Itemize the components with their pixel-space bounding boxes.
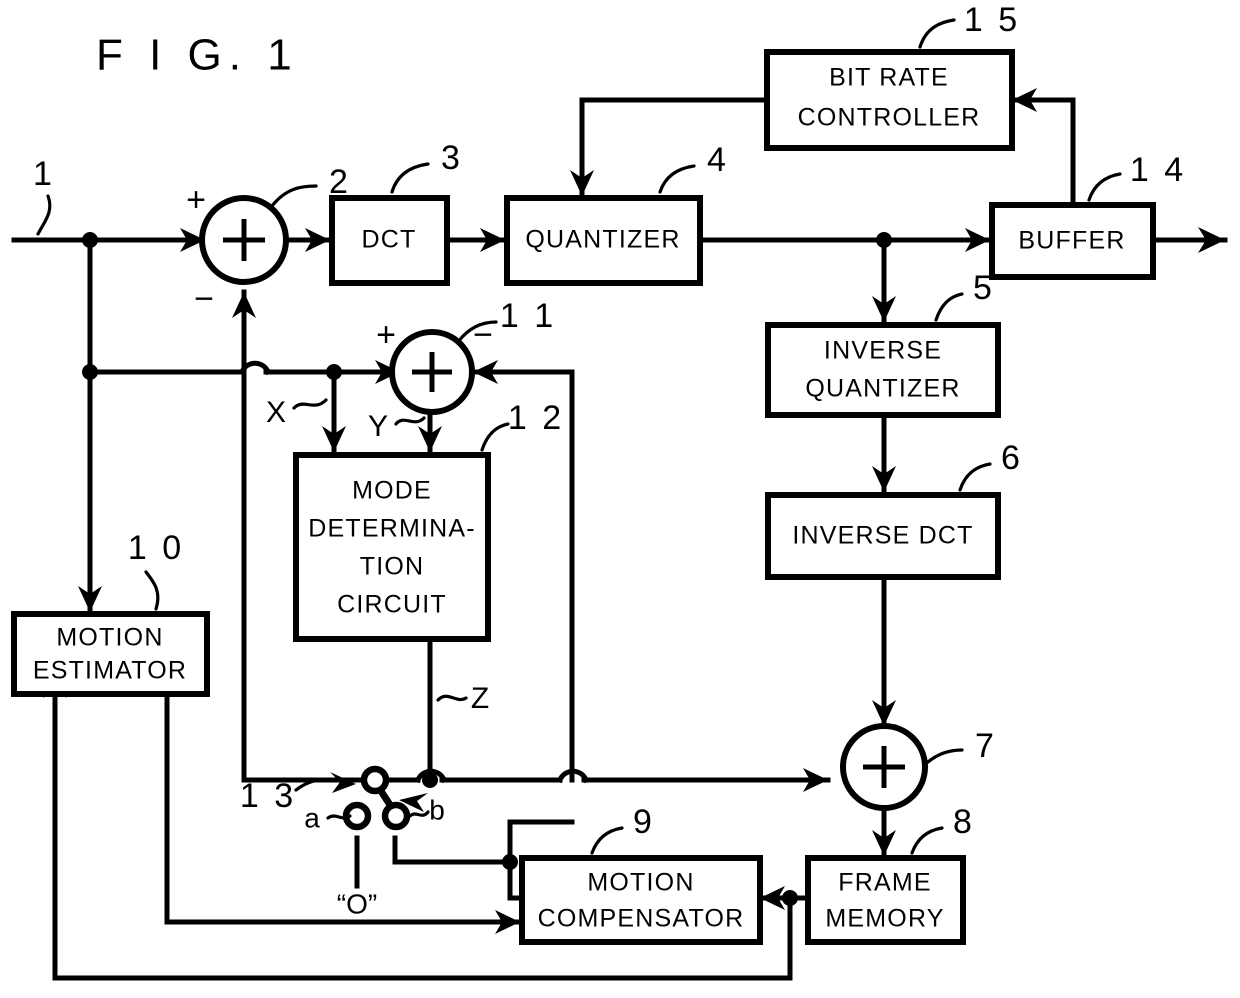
block-buffer-label: BUFFER [1018,227,1125,255]
leader-buffer [1087,172,1122,202]
ref-motcomp: 9 [633,803,655,841]
wire-bitrate-to-quantizer [579,97,770,199]
leader-adder2 [270,184,318,208]
block-diagram-svg: DCT 3 QUANTIZER 4 BIT RATE CONTROLLER 1 … [11,1,1228,981]
block-modedet-label-line2: DETERMINA- [308,515,476,543]
junction-input-branch [82,364,98,380]
leader-input-signal [36,194,52,236]
switch-terminal-b[interactable] [381,801,411,831]
ref-invdct: 6 [1001,439,1023,477]
block-motion-estimator[interactable]: MOTION ESTIMATOR 1 0 [11,529,210,697]
junction-x [326,364,342,380]
block-dct-label: DCT [362,226,417,254]
block-invquant-label-line2: QUANTIZER [805,375,960,403]
junction-z-bus [422,772,438,788]
leader-switch-b [408,810,430,818]
leader-switch-a [326,814,352,820]
ref-framemem: 8 [953,803,975,841]
block-bit-rate-controller[interactable]: BIT RATE CONTROLLER 1 5 [764,1,1020,151]
ref-adder7: 7 [975,727,997,765]
switch-13[interactable]: a b 1 3 “O” [240,765,445,919]
block-invdct-label: INVERSE DCT [792,522,973,550]
block-buffer[interactable]: BUFFER 1 4 [989,151,1186,280]
block-framemem-label-line1: FRAME [838,869,932,897]
figure-canvas: DCT 3 QUANTIZER 4 BIT RATE CONTROLLER 1 … [0,0,1240,998]
label-signal-y: Y [368,410,388,443]
adder-2-sign-plus: + [186,181,206,219]
ref-input-signal: 1 [33,155,55,193]
ref-quantizer: 4 [707,141,729,179]
adder-11[interactable]: + − 1 1 [376,297,556,415]
block-motest-label-line2: ESTIMATOR [33,657,187,685]
block-bitrate-label-line2: CONTROLLER [798,104,981,132]
block-motcomp-label-line2: COMPENSATOR [538,905,745,933]
ref-modedet: 1 2 [508,399,564,437]
block-frame-memory[interactable]: FRAME MEMORY 8 [805,803,975,945]
switch-pivot-terminal[interactable] [360,765,390,795]
block-bitrate-label-line1: BIT RATE [829,64,949,92]
adder-2-sign-minus: − [194,280,214,318]
label-signal-z: Z [471,682,489,715]
leader-bitrate [918,18,956,49]
ref-adder11: 1 1 [500,297,556,335]
leader-motest [144,570,160,611]
junction-switchb-branch [502,854,518,870]
ref-buffer: 1 4 [1130,151,1186,189]
adder-11-sign-plus: + [376,316,396,354]
ref-dct: 3 [441,139,463,177]
ref-motest: 1 0 [128,529,184,567]
junction-quantizer-tap [876,232,892,248]
junction-framemem-tap [782,890,798,906]
block-modedet-label-line3: TION [360,553,425,581]
leader-modedet [480,422,510,452]
block-quantizer[interactable]: QUANTIZER 4 [504,141,729,286]
leader-invquant [934,292,964,322]
leader-invdct [958,462,992,492]
ref-bitrate: 1 5 [964,1,1020,39]
block-modedet-label-line4: CIRCUIT [337,591,447,619]
block-quantizer-label: QUANTIZER [525,226,680,254]
adder-7[interactable]: 7 [840,723,997,811]
leader-framemem [910,826,944,855]
leader-dct [390,162,430,194]
switch-label-b: b [429,794,445,825]
leader-adder7 [926,748,964,764]
ref-adder2: 2 [329,163,351,201]
leader-motcomp [590,826,624,855]
figure-title: F I G. 1 [96,31,299,80]
leader-signal-x [292,398,328,410]
block-framemem-label-line2: MEMORY [825,905,944,933]
block-motcomp-label-line1: MOTION [587,869,694,897]
block-inverse-dct[interactable]: INVERSE DCT 6 [765,439,1023,580]
junction-input-tap [82,232,98,248]
ref-invquant: 5 [973,269,995,307]
switch-zero-label: “O” [337,888,377,919]
switch-label-a: a [304,802,320,833]
block-invquant-label-line1: INVERSE [824,337,942,365]
leader-signal-y [394,416,426,426]
leader-quantizer [658,164,696,194]
ref-switch: 1 3 [240,777,296,815]
block-modedet-label-line1: MODE [352,477,432,505]
label-signal-x: X [266,396,286,429]
leader-signal-z [436,694,468,702]
block-dct[interactable]: DCT 3 [329,139,463,286]
wire-buffer-to-bitrate [1009,97,1076,208]
block-motest-label-line1: MOTION [56,624,163,652]
